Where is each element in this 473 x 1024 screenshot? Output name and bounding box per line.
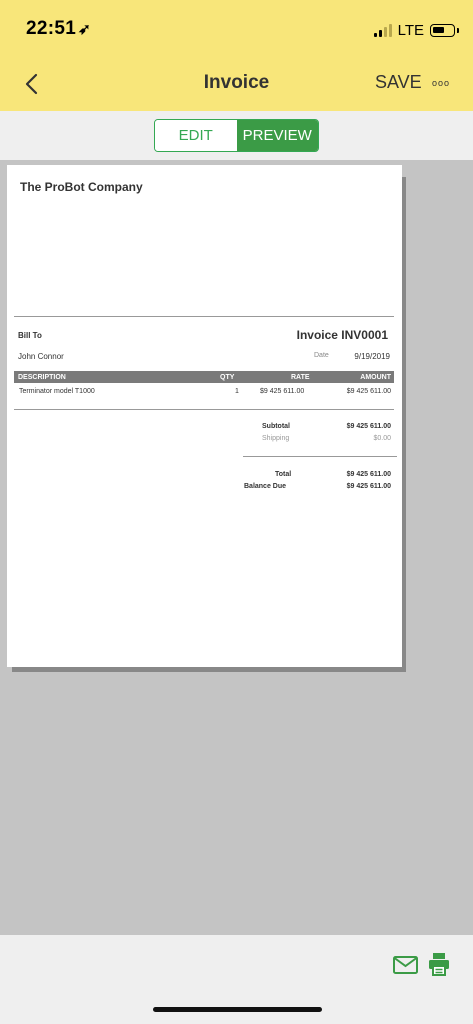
items-table-header: DESCRIPTION QTY RATE AMOUNT [14, 371, 394, 383]
email-button[interactable] [393, 956, 418, 974]
bill-to-label: Bill To [18, 331, 42, 340]
battery-icon [430, 23, 459, 37]
top-bar: 22:51 ➶ LTE Invoice SAVE ooo [0, 0, 473, 111]
more-options-button[interactable]: ooo [432, 78, 450, 88]
balance-due-label: Balance Due [244, 483, 287, 490]
company-name: The ProBot Company [20, 180, 143, 194]
home-indicator[interactable] [153, 1007, 322, 1012]
table-row: Terminator model T1000 1 $9 425 611.00 $… [18, 388, 394, 398]
divider [243, 456, 397, 457]
client-name: John Connor [18, 352, 64, 361]
date-label: Date [314, 352, 329, 359]
mail-icon [393, 956, 418, 974]
tab-preview[interactable]: PREVIEW [236, 120, 318, 151]
signal-icon [373, 23, 392, 37]
item-qty: 1 [235, 388, 239, 395]
shipping-value: $0.00 [373, 435, 391, 442]
location-arrow-icon: ➶ [78, 21, 91, 38]
divider [14, 409, 394, 410]
invoice-preview-page: The ProBot Company Bill To Invoice INV00… [7, 165, 402, 667]
printer-icon [429, 953, 449, 976]
tab-edit[interactable]: EDIT [155, 120, 237, 151]
item-rate: $9 425 611.00 [260, 388, 305, 395]
col-qty: QTY [220, 374, 235, 381]
item-description: Terminator model T1000 [19, 388, 95, 395]
invoice-number: Invoice INV0001 [296, 328, 388, 342]
status-indicators: LTE [373, 20, 459, 40]
total-value: $9 425 611.00 [346, 471, 391, 478]
col-description: DESCRIPTION [18, 374, 66, 381]
bottom-toolbar [0, 935, 473, 1024]
total-label: Total [275, 471, 292, 478]
subtotal-label: Subtotal [262, 423, 290, 430]
print-button[interactable] [428, 952, 450, 976]
item-amount: $9 425 611.00 [346, 388, 391, 395]
col-rate: RATE [291, 374, 310, 381]
subtotal-value: $9 425 611.00 [346, 423, 391, 430]
balance-due-value: $9 425 611.00 [346, 483, 391, 490]
mode-switch-area: EDIT PREVIEW [0, 111, 473, 160]
divider [14, 316, 394, 317]
shipping-label: Shipping [262, 435, 290, 442]
invoice-date: 9/19/2019 [354, 352, 390, 361]
mode-segmented-control: EDIT PREVIEW [154, 119, 319, 152]
col-amount: AMOUNT [360, 374, 391, 381]
save-button[interactable]: SAVE [375, 72, 422, 93]
network-label: LTE [397, 21, 424, 39]
status-time: 22:51 ➶ [26, 18, 91, 40]
status-time-text: 22:51 [26, 18, 77, 39]
